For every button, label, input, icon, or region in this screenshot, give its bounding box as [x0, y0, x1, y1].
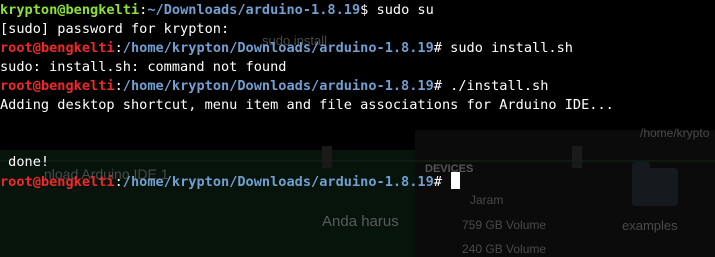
output-line: Adding desktop shortcut, menu item and f… — [0, 96, 715, 115]
output-line: done! — [0, 153, 715, 172]
command-text: ./install.sh — [450, 78, 549, 94]
prompt-colon: : — [114, 174, 123, 190]
output-line: sudo: install.sh: command not found — [0, 58, 715, 77]
prompt-host: bengkelti — [40, 174, 115, 190]
output-text: sudo: install.sh: command not found — [0, 59, 287, 75]
prompt-path: /home/krypton/Downloads/arduino-1.8.19 — [122, 174, 434, 190]
output-text: [sudo] password for krypton: — [0, 21, 230, 37]
prompt-user: krypton — [0, 2, 58, 18]
output-text: done! — [0, 154, 50, 170]
prompt-path: /home/krypton/Downloads/arduino-1.8.19 — [122, 40, 434, 56]
output-line: [sudo] password for krypton: — [0, 20, 715, 39]
prompt-path: /home/krypton/Downloads/arduino-1.8.19 — [122, 78, 434, 94]
prompt-at: @ — [32, 174, 41, 190]
prompt-host: bengkelti — [40, 78, 115, 94]
prompt-line: root@bengkelti:/home/krypton/Downloads/a… — [0, 172, 715, 191]
background-device-item: 240 GB Volume — [462, 242, 547, 256]
prompt-at: @ — [32, 40, 41, 56]
prompt-user: root — [0, 174, 33, 190]
background-body-text: Anda harus — [322, 213, 399, 230]
terminal-output[interactable]: krypton@bengkelti:~/Downloads/arduino-1.… — [0, 1, 715, 191]
prompt-path: ~/Downloads/arduino-1.8.19 — [147, 2, 361, 18]
command-text: sudo su — [376, 2, 434, 18]
prompt-symbol: # — [433, 40, 451, 56]
prompt-user: root — [0, 78, 33, 94]
background-device-item: Jaram — [470, 193, 504, 207]
prompt-line: root@bengkelti:/home/krypton/Downloads/a… — [0, 77, 715, 96]
prompt-symbol: $ — [360, 2, 377, 18]
prompt-host: bengkelti — [40, 40, 115, 56]
cursor — [451, 172, 461, 189]
background-device-item: 759 GB Volume — [462, 218, 547, 232]
prompt-line: root@bengkelti:/home/krypton/Downloads/a… — [0, 39, 715, 58]
command-text: sudo install.sh — [450, 40, 573, 56]
prompt-symbol: # — [433, 78, 451, 94]
prompt-user: root — [0, 40, 33, 56]
prompt-host: bengkelti — [65, 2, 140, 18]
prompt-colon: : — [114, 40, 123, 56]
prompt-line: krypton@bengkelti:~/Downloads/arduino-1.… — [0, 1, 715, 20]
output-text: Adding desktop shortcut, menu item and f… — [0, 97, 614, 113]
background-folder-label: examples — [622, 218, 678, 233]
prompt-colon: : — [114, 78, 123, 94]
prompt-symbol: # — [433, 174, 451, 190]
prompt-at: @ — [32, 78, 41, 94]
